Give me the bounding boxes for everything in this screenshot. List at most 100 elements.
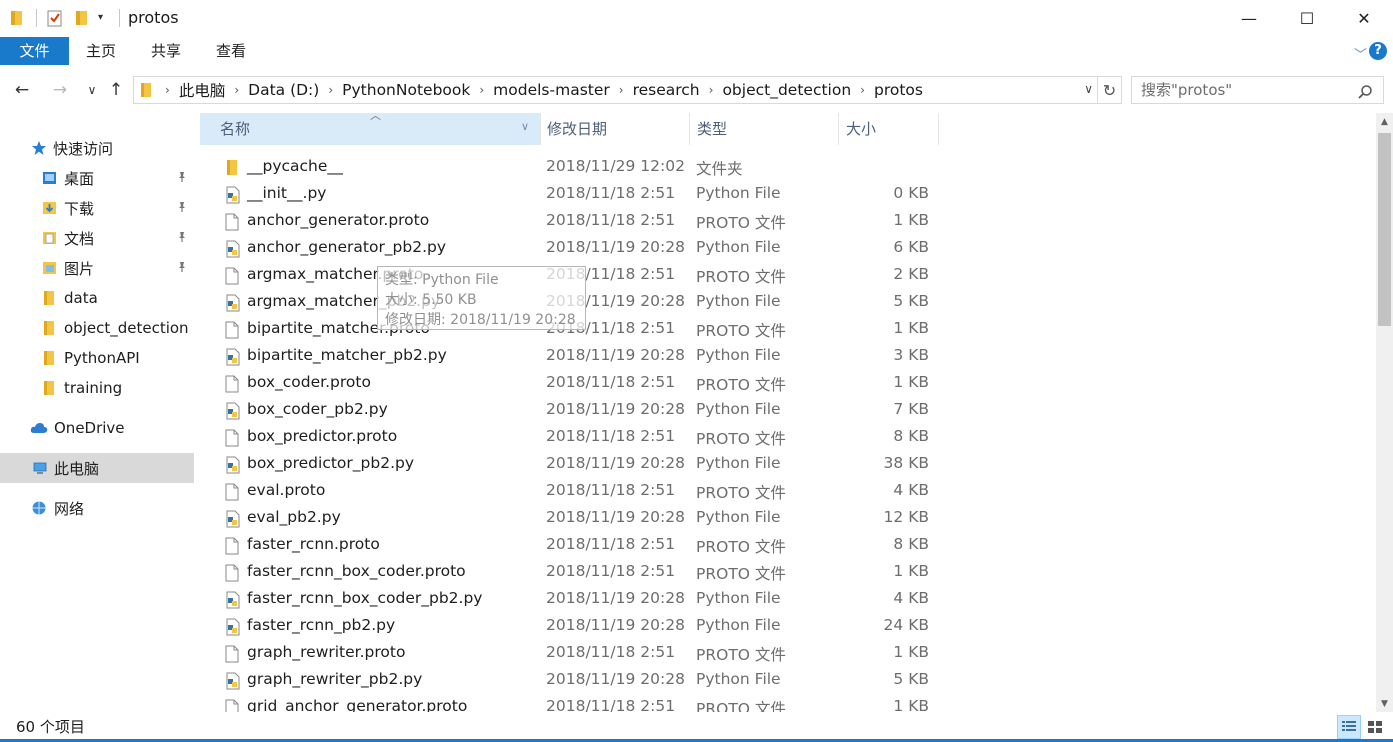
file-row[interactable]: bipartite_matcher.proto 2018/11/18 2:51 PR…	[199, 316, 1375, 343]
back-button[interactable]: ←	[10, 78, 34, 102]
breadcrumb-research[interactable]: research	[633, 81, 700, 99]
file-row[interactable]: eval_pb2.py 2018/11/19 20:28 Python File 12…	[199, 505, 1375, 532]
large-icons-view-button[interactable]	[1363, 715, 1387, 739]
file-row[interactable]: faster_rcnn_pb2.py 2018/11/19 20:28 Python…	[199, 613, 1375, 640]
download-folder-icon	[43, 202, 56, 214]
file-row[interactable]: bipartite_matcher_pb2.py 2018/11/19 20:28…	[199, 343, 1375, 370]
expand-ribbon-icon[interactable]: ﹀	[1354, 44, 1367, 63]
pin-icon[interactable]	[176, 201, 188, 213]
file-modified-date: 2018/11/19 20:28	[546, 670, 685, 688]
file-row[interactable]: __pycache__ 2018/11/29 12:02 文件夹	[199, 154, 1375, 181]
file-name: box_predictor.proto	[247, 427, 398, 445]
python-file-icon	[225, 240, 241, 262]
navigation-bar: ← → ∨ ↑ › 此电脑 › Data (D:) › PythonNotebo…	[0, 72, 1393, 108]
breadcrumb-models-master[interactable]: models-master	[493, 81, 610, 99]
sidebar-item-downloads[interactable]: 下载	[0, 193, 194, 223]
file-row[interactable]: eval.proto 2018/11/18 2:51 PROTO 文件 4 KB	[199, 478, 1375, 505]
tab-share[interactable]: 共享	[133, 37, 199, 65]
column-header-date[interactable]: 修改日期	[539, 113, 689, 145]
sidebar-item-pictures[interactable]: 图片	[0, 253, 194, 283]
breadcrumb-object-detection[interactable]: object_detection	[722, 81, 851, 99]
sort-ascending-icon: ︿	[370, 109, 381, 122]
file-type: Python File	[696, 238, 781, 256]
file-row[interactable]: box_predictor.proto 2018/11/18 2:51 PROTO …	[199, 424, 1375, 451]
scrollbar-thumb[interactable]	[1378, 133, 1391, 326]
file-row[interactable]: argmax_matcher.proto 2018/11/18 2:51 PROTO…	[199, 262, 1375, 289]
file-row[interactable]: faster_rcnn_box_coder.proto 2018/11/18 2:…	[199, 559, 1375, 586]
forward-button[interactable]: →	[48, 78, 72, 102]
column-header-size[interactable]: 大小	[838, 113, 938, 145]
column-header-type[interactable]: 类型	[689, 113, 839, 145]
up-button[interactable]: ↑	[104, 78, 128, 102]
file-name: faster_rcnn.proto	[247, 535, 380, 553]
breadcrumb-pythonnotebook[interactable]: PythonNotebook	[342, 81, 470, 99]
sidebar-item-onedrive[interactable]: OneDrive	[0, 413, 194, 443]
file-row[interactable]: anchor_generator.proto 2018/11/18 2:51 PRO…	[199, 208, 1375, 235]
file-row[interactable]: anchor_generator_pb2.py 2018/11/19 20:28 P…	[199, 235, 1375, 262]
pin-icon[interactable]	[176, 261, 188, 273]
file-row[interactable]: graph_rewriter.proto 2018/11/18 2:51 PROTO…	[199, 640, 1375, 667]
file-row[interactable]: faster_rcnn.proto 2018/11/18 2:51 PROTO 文件…	[199, 532, 1375, 559]
column-divider[interactable]	[938, 113, 939, 145]
file-type: PROTO 文件	[696, 646, 786, 664]
sidebar-item-training[interactable]: training	[0, 373, 194, 403]
sidebar-item-object-detection[interactable]: object_detection	[0, 313, 194, 343]
large-icons-view-icon	[1368, 721, 1382, 733]
file-row[interactable]: __init__.py 2018/11/18 2:51 Python File 0 K…	[199, 181, 1375, 208]
help-icon[interactable]: ?	[1369, 42, 1387, 60]
file-name: box_predictor_pb2.py	[247, 454, 415, 472]
vertical-scrollbar[interactable]: ▲ ▼	[1376, 113, 1393, 712]
file-icon	[225, 429, 239, 451]
sidebar-item-this-pc[interactable]: 此电脑	[0, 453, 194, 483]
scroll-up-icon[interactable]: ▲	[1376, 113, 1393, 130]
file-modified-date: 2018/11/18 2:51	[546, 535, 676, 553]
file-icon	[225, 564, 239, 586]
file-name: anchor_generator.proto	[247, 211, 430, 229]
file-row[interactable]: box_predictor_pb2.py 2018/11/19 20:28 Pyth…	[199, 451, 1375, 478]
search-icon[interactable]	[1357, 82, 1373, 108]
file-size: 0 KB	[893, 184, 929, 202]
tab-home[interactable]: 主页	[69, 37, 133, 65]
minimize-button[interactable]: —	[1220, 0, 1278, 37]
file-modified-date: 2018/11/18 2:51	[546, 697, 676, 712]
tab-file[interactable]: 文件	[0, 37, 69, 65]
file-row[interactable]: argmax_matcher_pb2.py 2018/11/19 20:28 Pyt…	[199, 289, 1375, 316]
file-icon	[225, 483, 239, 505]
file-size: 8 KB	[893, 427, 929, 445]
address-bar[interactable]: › 此电脑 › Data (D:) › PythonNotebook › mod…	[133, 76, 1098, 104]
maximize-button[interactable]: ☐	[1278, 0, 1336, 37]
tooltip-type: 类型: Python File	[385, 272, 499, 288]
folder-icon	[44, 381, 54, 395]
column-filter-dropdown-icon[interactable]: ∨	[521, 120, 529, 133]
scroll-down-icon[interactable]: ▼	[1376, 695, 1393, 712]
up-arrow-icon: ↑	[108, 80, 124, 100]
quick-access-toolbar-dropdown-icon[interactable]: ▾	[98, 12, 103, 23]
sidebar-item-desktop[interactable]: 桌面	[0, 163, 194, 193]
file-row[interactable]: box_coder_pb2.py 2018/11/19 20:28 Python F…	[199, 397, 1375, 424]
breadcrumb-protos[interactable]: protos	[874, 81, 923, 99]
pin-icon[interactable]	[176, 171, 188, 183]
file-row[interactable]: graph_rewriter_pb2.py 2018/11/19 20:28 Pyt…	[199, 667, 1375, 694]
sidebar-item-quick-access[interactable]: 快速访问	[0, 133, 194, 163]
file-name: __pycache__	[247, 157, 343, 175]
file-row[interactable]: box_coder.proto 2018/11/18 2:51 PROTO 文件 1 …	[199, 370, 1375, 397]
sidebar-item-network[interactable]: 网络	[0, 493, 194, 523]
pin-icon[interactable]	[176, 231, 188, 243]
refresh-button[interactable]: ↻	[1098, 76, 1122, 104]
tab-view[interactable]: 查看	[199, 37, 263, 65]
folder-icon	[10, 9, 24, 31]
details-view-button[interactable]	[1337, 715, 1361, 739]
breadcrumb-this-pc[interactable]: 此电脑	[179, 79, 226, 101]
new-folder-icon[interactable]	[75, 9, 89, 31]
sidebar-item-pythonapi[interactable]: PythonAPI	[0, 343, 194, 373]
sidebar-item-documents[interactable]: 文档	[0, 223, 194, 253]
search-input[interactable]: 搜索"protos"	[1131, 76, 1384, 104]
breadcrumb-data-drive[interactable]: Data (D:)	[248, 81, 319, 99]
file-row[interactable]: grid_anchor_generator.proto 2018/11/18 2:…	[199, 694, 1375, 712]
recent-locations-button[interactable]: ∨	[80, 78, 104, 102]
file-row[interactable]: faster_rcnn_box_coder_pb2.py 2018/11/19 2…	[199, 586, 1375, 613]
close-button[interactable]: ✕	[1335, 0, 1393, 37]
address-dropdown-icon[interactable]: ∨	[1084, 82, 1093, 96]
properties-icon[interactable]	[47, 9, 63, 31]
sidebar-item-data[interactable]: data	[0, 283, 194, 313]
